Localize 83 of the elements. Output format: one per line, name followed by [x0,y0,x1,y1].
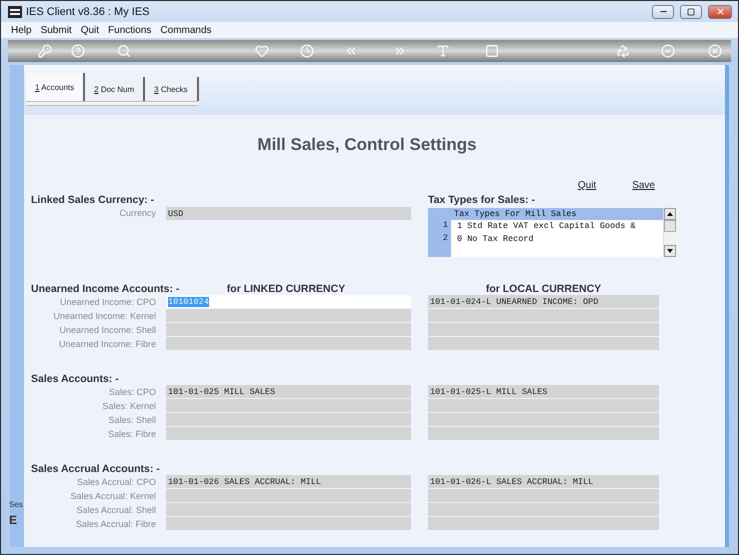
input-field[interactable]: 101-01-026-L SALES ACCRUAL: MILL [428,475,659,488]
window-title: IES Client v8.36 : My IES [26,6,150,18]
input-field[interactable] [428,337,659,350]
list-header: Tax Types For Mill Sales [451,208,663,220]
app-icon [8,6,22,18]
close-button[interactable] [708,4,732,18]
recycle-icon[interactable] [616,44,630,58]
field-label: Unearned Income: Kernel [53,311,156,321]
field-label: Sales Accrual: Fibre [76,519,156,529]
clock-icon[interactable] [300,44,314,58]
field-label: Unearned Income: Fibre [58,339,156,349]
input-field[interactable]: 101-01-024-L UNEARNED INCOME: OPD [428,295,659,308]
input-field[interactable] [428,517,659,530]
help-icon[interactable] [71,44,85,58]
close-icon [716,7,724,16]
input-field[interactable] [428,427,659,440]
caret-down-icon[interactable] [667,249,673,253]
input-field[interactable] [428,413,659,426]
text-icon[interactable] [436,44,450,58]
key-icon[interactable] [38,44,52,58]
list-item[interactable]: 1 Std Rate VAT excl Capital Goods & [451,220,663,233]
menu-item[interactable]: Quit [80,24,100,36]
menu-item[interactable]: Functions [108,24,152,36]
input-field[interactable] [166,413,411,426]
tab[interactable]: 1 Accounts [26,73,86,101]
field-label: Sales Accrual: CPO [76,477,156,487]
minimize-button[interactable] [652,4,674,18]
section-heading: Tax Types for Sales: - [428,194,535,206]
field-label: Currency [119,208,156,218]
field-label: Unearned Income: CPO [60,297,156,307]
field-label: Sales Accrual: Shell [76,505,156,515]
menu-item[interactable]: Submit [40,24,72,36]
field-label: Sales: Fibre [108,429,156,439]
heart-icon[interactable] [255,44,269,58]
row-number: 1 [442,220,449,232]
menu-item[interactable]: Help [11,24,32,36]
maximize-icon [687,8,695,16]
list-item[interactable]: 0 No Tax Record [451,233,663,246]
input-field[interactable] [428,323,659,336]
field-label: Sales: Kernel [102,401,156,411]
maximize-button[interactable] [680,4,702,18]
input-field[interactable] [166,399,411,412]
action-link[interactable]: Save [632,180,655,191]
tab[interactable]: 3 Checks [145,77,199,101]
section-heading: Sales Accounts: - [31,373,119,385]
section-heading: Sales Accrual Accounts: - [31,463,160,475]
search-icon[interactable] [117,44,131,58]
page-title: Mill Sales, Control Settings [256,135,478,155]
column-heading: for LINKED CURRENCY [226,283,346,295]
input-field[interactable]: USD [166,207,411,220]
square-icon[interactable] [485,44,499,58]
input-field[interactable] [166,337,411,350]
input-field[interactable] [166,427,411,440]
menu-item[interactable]: Commands [160,24,212,36]
row-number: 2 [442,233,449,245]
input-field[interactable] [166,309,411,322]
tab[interactable]: 2 Doc Num [85,77,146,101]
column-heading: for LOCAL CURRENCY [486,283,602,295]
scrollbar[interactable] [663,208,676,257]
input-field[interactable] [428,503,659,516]
input-field[interactable] [166,517,411,530]
input-field[interactable] [166,323,411,336]
side-text: Ses [9,500,23,509]
input-field[interactable] [166,503,411,516]
input-field[interactable] [428,489,659,502]
input-field[interactable]: 101-01-026 SALES ACCRUAL: MILL [166,475,411,488]
section-heading: Linked Sales Currency: - [31,194,154,206]
field-label: Sales: Shell [108,415,156,425]
field-label: Sales Accrual: Kernel [70,491,156,501]
input-field[interactable]: 101-01-025-L MILL SALES [428,385,659,398]
action-link[interactable]: Quit [578,180,596,191]
field-label: Sales: CPO [108,387,156,397]
close-icon[interactable] [708,44,722,58]
input-field[interactable] [428,399,659,412]
field-label: Unearned Income: Shell [59,325,156,335]
input-field[interactable] [166,489,411,502]
tax-type-list[interactable]: 1 2 Tax Types For Mill Sales 1 Std Rate VAT excl Capital Goods & 0 No Tax Record [428,208,676,257]
input-field[interactable]: 101-01-025 MILL SALES [166,385,411,398]
section-heading: Unearned Income Accounts: - [31,283,180,295]
side-text: E [9,513,18,527]
caret-up-icon[interactable] [667,212,673,216]
input-field[interactable] [428,309,659,322]
check-icon[interactable] [661,44,675,58]
